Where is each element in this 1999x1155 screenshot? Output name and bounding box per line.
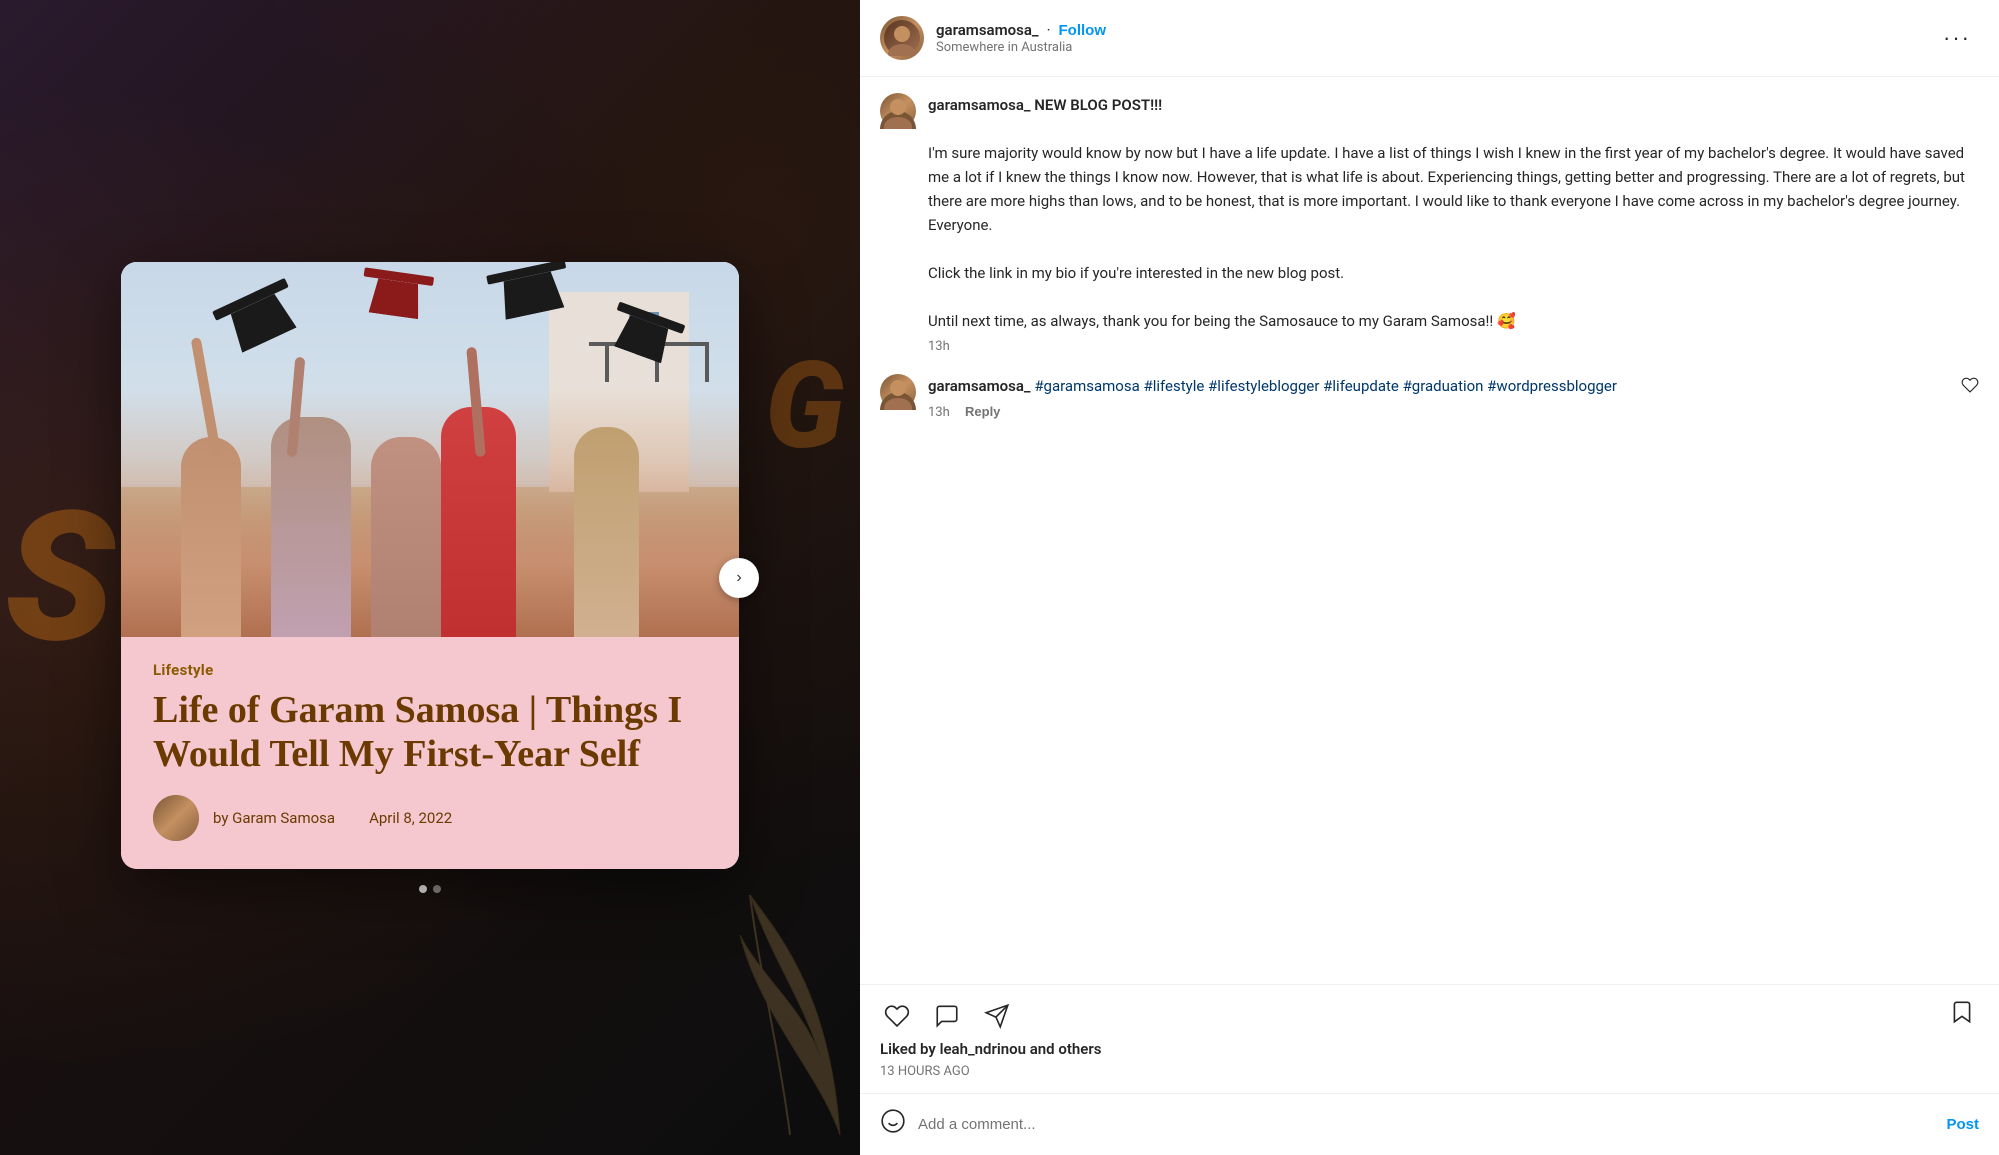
- comments-area[interactable]: garamsamosa_ NEW BLOG POST!!! I'm sure m…: [860, 77, 1999, 984]
- main-comment-closing: Until next time, as always, thank you fo…: [928, 312, 1516, 330]
- card-category: Lifestyle: [153, 661, 707, 679]
- blog-card-wrapper: Lifestyle Life of Garam Samosa | Things …: [121, 262, 739, 892]
- post-comment-button[interactable]: Post: [1946, 1116, 1979, 1133]
- username-row: garamsamosa_ · Follow: [936, 21, 1935, 39]
- author-avatar-inner: [153, 795, 199, 841]
- header-info: garamsamosa_ · Follow Somewhere in Austr…: [936, 21, 1935, 55]
- main-comment-link-text: Click the link in my bio if you're inter…: [928, 264, 1344, 282]
- post-header: garamsamosa_ · Follow Somewhere in Austr…: [860, 0, 1999, 77]
- comment-like-icon[interactable]: [1961, 376, 1979, 420]
- hashtag-comment-body: garamsamosa_ #garamsamosa #lifestyle #li…: [928, 374, 1949, 420]
- blog-card: Lifestyle Life of Garam Samosa | Things …: [121, 262, 739, 868]
- reply-button[interactable]: Reply: [965, 404, 1000, 419]
- hashtag-comment-text: garamsamosa_ #garamsamosa #lifestyle #li…: [928, 374, 1949, 398]
- svg-text:G: G: [765, 347, 844, 477]
- comment-input[interactable]: [918, 1116, 1934, 1133]
- share-icon: [984, 1003, 1010, 1029]
- post-timestamp: 13 HOURS AGO: [880, 1062, 1979, 1087]
- hashtag-text: #garamsamosa #lifestyle #lifestyleblogge…: [1034, 377, 1617, 395]
- liked-by-others: others: [1058, 1040, 1101, 1058]
- carousel-next-button[interactable]: ›: [719, 558, 759, 598]
- header-avatar-inner: [884, 20, 920, 56]
- action-icons-row: [880, 995, 1979, 1036]
- main-comment-row: garamsamosa_ NEW BLOG POST!!! I'm sure m…: [880, 93, 1979, 354]
- deco-feather: [680, 855, 860, 1155]
- main-comment-avatar: [880, 93, 916, 129]
- emoji-icon: [880, 1108, 906, 1134]
- card-date: April 8, 2022: [369, 809, 452, 827]
- liked-by-prefix: Liked by: [880, 1040, 940, 1058]
- share-button[interactable]: [980, 999, 1014, 1033]
- card-author-row: by Garam Samosa April 8, 2022: [153, 795, 707, 841]
- author-name: Garam Samosa: [232, 809, 335, 827]
- liked-by-text: Liked by leah_ndrinou and others: [880, 1036, 1979, 1062]
- comment-input-area: Post: [860, 1093, 1999, 1155]
- header-avatar: [880, 16, 924, 60]
- right-panel: garamsamosa_ · Follow Somewhere in Austr…: [860, 0, 1999, 1155]
- hashtag-comment-time: 13h Reply: [928, 404, 1949, 420]
- hashtag-comment-username: garamsamosa_: [928, 377, 1031, 395]
- header-username: garamsamosa_: [936, 21, 1039, 39]
- hashtag-timestamp: 13h: [928, 405, 950, 420]
- deco-text-right: G: [755, 347, 855, 550]
- main-comment-username: garamsamosa_: [928, 96, 1031, 114]
- main-comment-bold: NEW BLOG POST!!!: [1031, 96, 1163, 114]
- like-button[interactable]: [880, 999, 914, 1033]
- comment-icon: [934, 1003, 960, 1029]
- main-comment-body-text: I'm sure majority would know by now but …: [928, 144, 1965, 234]
- deco-text-left: S: [5, 488, 104, 668]
- left-panel: S G: [0, 0, 860, 1155]
- liked-by-and: and: [1026, 1040, 1058, 1058]
- header-dot: ·: [1047, 21, 1051, 39]
- hashtag-comment-row: garamsamosa_ #garamsamosa #lifestyle #li…: [880, 374, 1979, 420]
- comment-button[interactable]: [930, 999, 964, 1033]
- more-options-button[interactable]: ···: [1935, 21, 1979, 55]
- main-comment-time: 13h: [928, 339, 1979, 354]
- action-bar: Liked by leah_ndrinou and others 13 HOUR…: [860, 984, 1999, 1093]
- heart-icon: [884, 1003, 910, 1029]
- main-comment-text: garamsamosa_ NEW BLOG POST!!! I'm sure m…: [928, 93, 1979, 333]
- author-by: by: [213, 809, 232, 827]
- card-title: Life of Garam Samosa | Things I Would Te…: [153, 689, 707, 776]
- carousel-dot-2[interactable]: [433, 885, 441, 893]
- emoji-button[interactable]: [880, 1108, 906, 1141]
- author-avatar: [153, 795, 199, 841]
- people-area: [121, 387, 739, 637]
- follow-button[interactable]: Follow: [1059, 22, 1107, 39]
- bookmark-icon: [1949, 999, 1975, 1025]
- bookmark-button[interactable]: [1945, 995, 1979, 1036]
- card-content: Lifestyle Life of Garam Samosa | Things …: [121, 637, 739, 868]
- main-comment-body: garamsamosa_ NEW BLOG POST!!! I'm sure m…: [928, 93, 1979, 354]
- author-prefix: by Garam Samosa: [213, 809, 335, 827]
- liked-by-username[interactable]: leah_ndrinou: [940, 1040, 1026, 1058]
- hashtag-comment-avatar: [880, 374, 916, 410]
- carousel-dot-1[interactable]: [419, 885, 427, 893]
- header-location: Somewhere in Australia: [936, 40, 1935, 55]
- card-image: [121, 262, 739, 637]
- carousel-dots: [121, 885, 739, 893]
- graduation-photo: [121, 262, 739, 637]
- cap-2: [358, 268, 434, 327]
